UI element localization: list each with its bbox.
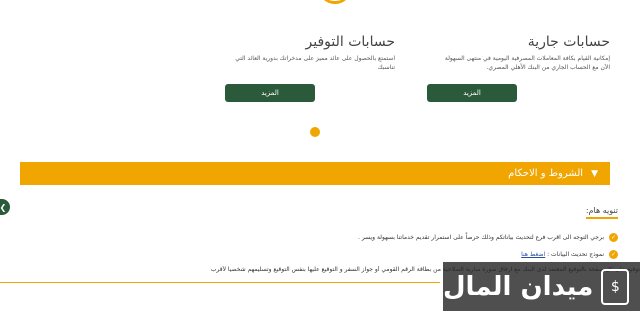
divider bbox=[0, 282, 440, 283]
carousel-pager-dot[interactable] bbox=[310, 127, 320, 137]
savings-accounts-more-button[interactable]: المزيد bbox=[225, 84, 315, 102]
check-icon: ✓ bbox=[609, 250, 618, 259]
notice-line-1: ✓برجي التوجه الى اقرب فرع لتحديث بياناتك… bbox=[358, 233, 618, 242]
card-title: حسابات جارية bbox=[527, 34, 610, 50]
watermark-text: ميدان المال bbox=[443, 271, 594, 302]
current-accounts-more-button[interactable]: المزيد bbox=[427, 84, 517, 102]
side-scroll-tab[interactable]: ❮ bbox=[0, 199, 10, 215]
top-decoration-arc bbox=[318, 0, 352, 4]
dollar-icon: $ bbox=[601, 268, 630, 305]
watermark-logo: $ ميدان المال bbox=[443, 262, 640, 311]
chevron-down-icon: ▼ bbox=[591, 168, 598, 179]
card-title: حسابات التوفير bbox=[305, 34, 395, 50]
check-icon: ✓ bbox=[609, 233, 618, 242]
notice-title: تنويه هام: bbox=[585, 206, 618, 219]
update-data-link[interactable]: اضغط هنا bbox=[521, 251, 545, 258]
card-current-accounts: حسابات جارية إمكانية القيام بكافة المعام… bbox=[440, 33, 610, 72]
card-description: إمكانية القيام بكافة المعاملات المصرفية … bbox=[444, 55, 610, 71]
terms-label: الشروط و الاحكام bbox=[508, 168, 584, 179]
card-savings-accounts: حسابات التوفير استمتع بالحصول على عائد م… bbox=[225, 33, 395, 72]
notice-line-2: ✓نموذج تحديث البيانات : اضغط هنا bbox=[521, 250, 618, 259]
terms-accordion-header[interactable]: ▼ الشروط و الاحكام bbox=[20, 162, 610, 185]
card-description: استمتع بالحصول على عائد مميز على مدخراتك… bbox=[235, 55, 395, 71]
chevron-left-icon: ❮ bbox=[0, 202, 7, 212]
